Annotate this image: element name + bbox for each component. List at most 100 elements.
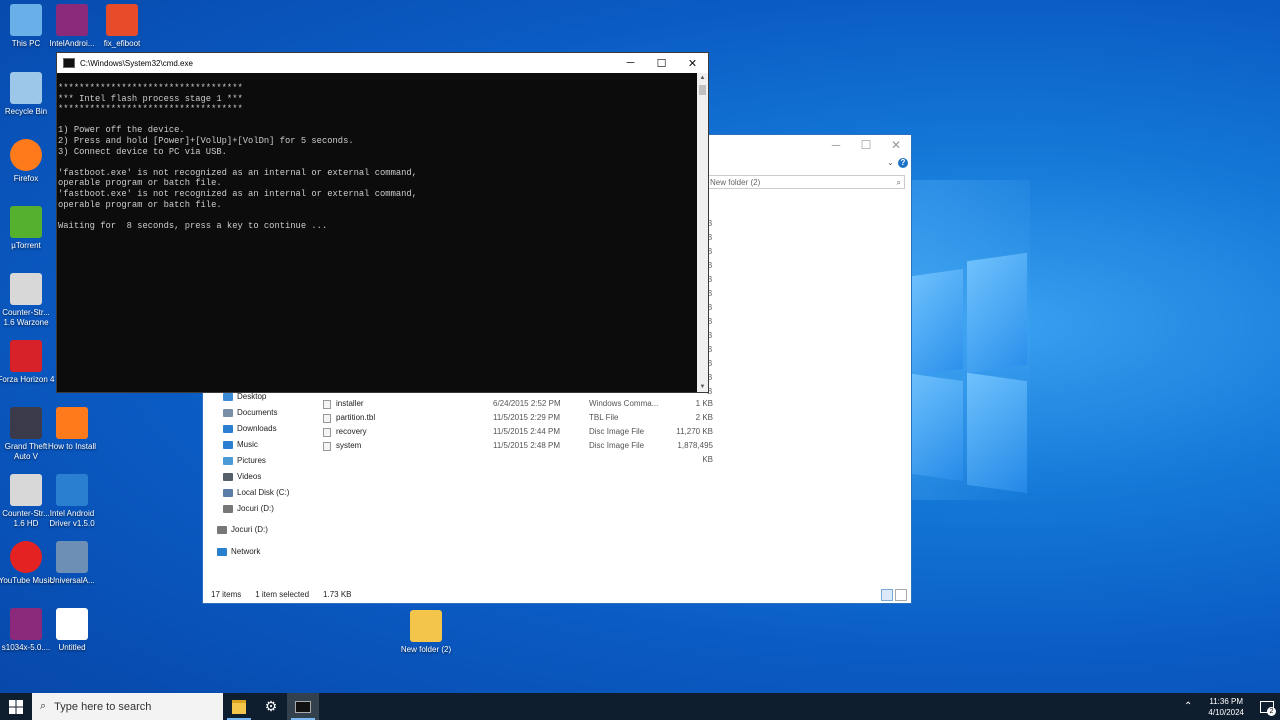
large-icons-view-button[interactable] [895,589,907,601]
terminal-icon [295,700,311,713]
desktop-icon-3[interactable]: Recycle Bin [0,72,56,117]
drive-icon [223,505,233,513]
desktop-icon-label: UniversalA... [49,576,95,585]
file-name-cell: system [321,439,493,453]
desktop-icon-15[interactable]: Untitled [42,608,102,653]
intel-driver-icon [56,474,88,506]
firefox-icon [10,139,42,171]
windows-logo-wallpaper [905,252,1030,495]
console-output[interactable]: *********************************** *** … [57,73,697,392]
desktop-icon-label: How to Install [47,442,97,451]
desktop-icon-5[interactable]: µTorrent [0,206,56,251]
desktop-icon-2[interactable]: fix_efiboot [92,4,152,49]
cmd-title-bar[interactable]: C:\Windows\System32\cmd.exe ─ ☐ ✕ [57,53,708,73]
explorer-minimize-button[interactable]: ─ [821,135,851,157]
file-icon [323,427,331,437]
nav-item-label: Local Disk (C:) [237,488,290,497]
file-row[interactable]: system 11/5/2015 2:48 PM Disc Image File 1,… [321,439,721,464]
file-date: 11/5/2015 2:29 PM [493,413,561,422]
desktop-icon-7[interactable]: Forza Horizon 4 [0,340,56,385]
gta-icon [10,407,42,439]
explorer-close-button[interactable]: ✕ [881,135,911,157]
notification-button[interactable]: 2 [1254,693,1280,720]
file-name: partition.tbl [336,413,376,422]
file-name: recovery [336,427,367,436]
desktop-icon [223,393,233,401]
taskbar: ⌕ Type here to search ⚙ ⌃ 11:36 PM 4/10/… [0,693,1280,720]
desktop-icon-label: Untitled [58,643,86,652]
desktop-icon-13[interactable]: UniversalA... [42,541,102,586]
desktop-icon-16[interactable]: New folder (2) [396,610,456,655]
taskbar-search-input[interactable]: ⌕ Type here to search [32,693,223,720]
close-button[interactable]: ✕ [677,57,708,70]
console-scrollbar[interactable]: ▲ ▼ [697,73,708,392]
music-icon [223,441,233,449]
file-name-cell: recovery [321,425,493,439]
system-tray: ⌃ 11:36 PM 4/10/2024 2 [1184,693,1280,720]
file-list: installer 6/24/2015 2:52 PM Windows Comma.… [321,397,721,464]
file-explorer-taskbar-button[interactable] [223,693,255,720]
search-icon: ⌕ [896,178,901,187]
desktop-icon-6[interactable]: Counter-Str... 1.6 Warzone [0,273,56,328]
gear-icon: ⚙ [264,698,278,714]
details-view-button[interactable] [881,589,893,601]
nav-item-label: Jocuri (D:) [231,525,268,534]
file-size: 1,878,495 KB [677,441,713,464]
cmd-taskbar-button[interactable] [287,693,319,720]
clock[interactable]: 11:36 PM 4/10/2024 [1208,696,1244,718]
chevron-up-icon[interactable]: ⌃ [1184,701,1192,712]
file-date: 11/5/2015 2:44 PM [493,427,561,436]
explorer-caption-buttons: ─ ☐ ✕ [821,135,911,157]
desktop-icon-label: µTorrent [11,241,41,250]
nav-item[interactable]: Pictures [223,453,266,469]
nav-item[interactable]: Videos [223,469,261,485]
nav-item[interactable]: Documents [223,405,277,421]
explorer-maximize-button[interactable]: ☐ [851,135,881,157]
file-name: installer [336,399,364,408]
image-file-icon [56,608,88,640]
nav-item-label: Network [231,547,261,556]
file-row[interactable]: recovery 11/5/2015 2:44 PM Disc Image File… [321,425,721,439]
pictures-icon [223,457,233,465]
status-bar: 17 items 1 item selected 1.73 KB [211,589,352,601]
scroll-up-icon[interactable]: ▲ [697,73,708,83]
scroll-down-icon[interactable]: ▼ [697,382,708,392]
help-icon[interactable]: ? [898,158,908,168]
winrar-icon [10,608,42,640]
minimize-button[interactable]: ─ [615,57,646,69]
nav-item[interactable]: Network [217,544,260,560]
nav-item[interactable]: Music [223,437,258,453]
cmd-icon [63,58,75,68]
nav-item[interactable]: Jocuri (D:) [217,522,268,538]
selection-size: 1.73 KB [323,590,352,599]
nav-item[interactable]: Downloads [223,421,277,437]
settings-taskbar-button[interactable]: ⚙ [255,693,287,720]
maximize-button[interactable]: ☐ [646,57,677,70]
search-input[interactable]: New folder (2) ⌕ [707,175,905,189]
documents-icon [223,409,233,417]
desktop-icon-label: New folder (2) [400,645,452,654]
selection-count: 1 item selected [255,590,310,599]
file-size: 11,270 KB [676,427,713,436]
file-icon [323,413,331,423]
file-row[interactable]: partition.tbl 11/5/2015 2:29 PM TBL File 2 … [321,411,721,425]
universal-adb-icon [56,541,88,573]
file-icon [323,399,331,409]
view-toggle [881,589,907,601]
ribbon-expand-icon[interactable]: ⌄ [887,158,894,167]
nav-item[interactable]: Jocuri (D:) [223,501,274,517]
file-row[interactable]: installer 6/24/2015 2:52 PM Windows Comma.… [321,397,721,411]
scroll-thumb[interactable] [699,85,706,95]
forza-icon [10,340,42,372]
desktop-icon-4[interactable]: Firefox [0,139,56,184]
firefox-doc-icon [56,407,88,439]
desktop-icon-11[interactable]: Intel Android Driver v1.5.0 [42,474,102,529]
cmd-window: C:\Windows\System32\cmd.exe ─ ☐ ✕ ******… [56,52,709,393]
desktop-icon-label: Recycle Bin [4,107,48,116]
file-icon [323,441,331,451]
start-button[interactable] [0,693,32,720]
nav-item-label: Videos [237,472,262,481]
nav-item[interactable]: Local Disk (C:) [223,485,289,501]
folder-icon [232,699,246,714]
desktop-icon-9[interactable]: How to Install [42,407,102,452]
